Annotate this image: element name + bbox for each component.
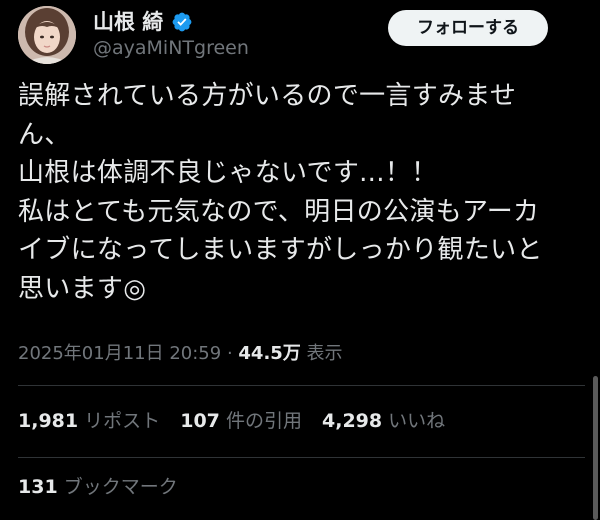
likes-label: いいね <box>388 410 446 432</box>
author-name[interactable]: 山根 綺 <box>93 10 163 34</box>
reposts-stat[interactable]: 1,981 リポスト <box>18 409 160 433</box>
quotes-count: 107 <box>180 410 220 432</box>
bookmarks-label: ブックマーク <box>63 476 178 498</box>
tweet-text-line: 誤解されている方がいるので一言すみませ <box>18 81 517 111</box>
bookmarks-stat[interactable]: 131 ブックマーク <box>18 475 178 499</box>
tweet-text-line: 思います◎ <box>18 273 147 304</box>
profile-photo <box>18 6 76 64</box>
tweet-meta: 2025年01月11日 20:59 · 44.5万 表示 <box>18 343 343 365</box>
avatar[interactable] <box>18 6 76 64</box>
verified-badge-icon <box>171 11 193 33</box>
tweet-text-line: 山根は体調不良じゃないです...！！ <box>18 158 438 189</box>
views-label: 表示 <box>300 343 343 364</box>
follow-button[interactable]: フォローする <box>388 10 548 46</box>
tweet-text: 誤解されている方がいるので一言すみませ ん、 山根は体調不良じゃないです...！… <box>18 77 583 309</box>
author-name-row[interactable]: 山根 綺 <box>93 10 193 34</box>
author-handle[interactable]: @ayaMiNTgreen <box>93 37 249 59</box>
views-count: 44.5万 <box>238 343 301 364</box>
timestamp-link[interactable]: 2025年01月11日 20:59 <box>18 343 221 364</box>
tweet-text-line: イブになってしまいますがしっかり観たいと <box>18 235 543 266</box>
quotes-label: 件の引用 <box>225 410 302 432</box>
tweet-text-line: ん、 <box>18 119 71 150</box>
bookmarks-count: 131 <box>18 476 58 498</box>
tweet-text-line: 私はとても元気なので、明日の公演もアーカ <box>18 196 540 227</box>
reposts-label: リポスト <box>84 410 161 432</box>
engagement-stats: 1,981 リポスト 107 件の引用 4,298 いいね <box>18 409 459 433</box>
scrollbar[interactable] <box>593 376 598 520</box>
divider <box>18 457 585 458</box>
likes-count: 4,298 <box>322 410 383 432</box>
meta-separator: · <box>221 343 239 364</box>
divider <box>18 385 585 386</box>
likes-stat[interactable]: 4,298 いいね <box>322 409 445 433</box>
reposts-count: 1,981 <box>18 410 79 432</box>
quotes-stat[interactable]: 107 件の引用 <box>180 409 302 433</box>
